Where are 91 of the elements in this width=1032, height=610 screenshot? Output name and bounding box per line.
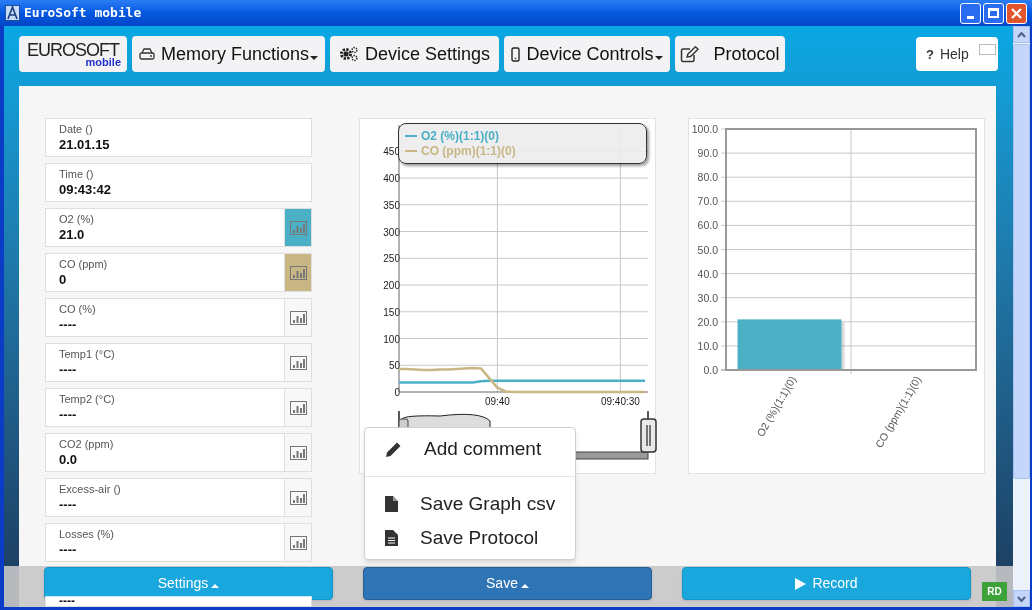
axis-tick-label: 90.0	[697, 147, 718, 160]
graph-toggle-button[interactable]	[284, 479, 311, 517]
bar-chart-icon	[289, 400, 307, 415]
reading-value: ----	[59, 316, 78, 333]
logo-button[interactable]: EUROSOFT mobile	[19, 36, 127, 73]
pencil-icon	[385, 440, 402, 458]
window-title: EuroSoft mobile	[24, 4, 142, 23]
graph-toggle-button[interactable]	[284, 299, 311, 337]
drive-icon	[138, 48, 155, 61]
reading-label: CO (%)	[59, 302, 97, 317]
axis-tick-label: 40.0	[697, 267, 718, 280]
reading-label: Date ()	[59, 122, 94, 137]
legend-label: O2 (%)(1:1)(0)	[421, 128, 500, 144]
play-icon	[795, 577, 807, 590]
graph-toggle-button[interactable]	[284, 344, 311, 382]
menu-item[interactable]: Save Protocol	[365, 521, 575, 556]
reading-value: ----	[59, 496, 78, 513]
maximize-button[interactable]	[983, 2, 1004, 24]
help-button[interactable]: ? Help	[916, 37, 998, 72]
bar-chart-icon	[289, 490, 307, 505]
reading-value: ----	[59, 541, 78, 558]
graph-toggle-button[interactable]	[284, 209, 311, 247]
reading-label: Time ()	[59, 167, 95, 182]
axis-tick-label: 250	[383, 253, 400, 265]
reading-value: 21.0	[59, 226, 86, 243]
legend-label: CO (ppm)(1:1)(0)	[421, 143, 516, 159]
axis-tick-label: 200	[383, 280, 400, 292]
bar-chart-icon	[289, 220, 307, 235]
reading-label: O2 (%)	[59, 212, 95, 227]
axis-tick-label: 10.0	[697, 340, 718, 353]
reading-value: 0	[59, 271, 68, 288]
scroll-down-button[interactable]	[1013, 590, 1030, 608]
axis-tick-label: 09:40:30	[600, 396, 640, 408]
nav-button[interactable]: Protocol	[675, 36, 785, 73]
graph-toggle-button[interactable]	[284, 524, 311, 562]
scroll-thumb[interactable]	[1013, 44, 1030, 480]
edit-icon	[680, 45, 700, 63]
reading-label: CO (ppm)	[59, 257, 109, 272]
minimize-button[interactable]	[960, 2, 981, 24]
reading-value: 21.01.15	[59, 136, 111, 153]
axis-tick-label: 300	[383, 226, 400, 238]
axis-tick-label: 50.0	[697, 243, 718, 256]
axis-tick-label: 30.0	[697, 292, 718, 305]
axis-tick-label: 20.0	[697, 316, 718, 329]
axis-tick-label: 100	[383, 333, 400, 345]
caret-up-icon	[1017, 31, 1026, 38]
bar-chart-icon	[289, 535, 307, 550]
nav-button[interactable]: Device Controls	[504, 36, 670, 73]
axis-tick-label: 350	[383, 200, 400, 212]
axis-tick-label: 80.0	[697, 171, 718, 184]
menu-item[interactable]: Save Graph csv	[365, 487, 575, 522]
app-icon	[5, 5, 20, 22]
bar-chart-icon	[289, 445, 307, 460]
reading-label: Temp2 (°C)	[59, 392, 116, 407]
axis-tick-label: 0	[394, 387, 400, 399]
graph-toggle-button[interactable]	[284, 254, 311, 292]
menu-item[interactable]: Add comment	[365, 432, 575, 467]
axis-tick-label: 100.0	[691, 123, 718, 136]
graph-toggle-button[interactable]	[284, 434, 311, 472]
reading-label: Temp1 (°C)	[59, 347, 116, 362]
bar-chart-icon	[289, 310, 307, 325]
nav-button[interactable]: Device Settings	[330, 36, 499, 73]
checkbox-icon	[978, 43, 996, 55]
reading-label: CO2 (ppm)	[59, 437, 115, 452]
nav-button[interactable]: Memory Functions	[132, 36, 325, 73]
scroll-up-button[interactable]	[1013, 26, 1030, 44]
graph-toggle-button[interactable]	[284, 389, 311, 427]
bar-chart-icon	[289, 265, 307, 280]
reading-value: 0.0	[59, 451, 79, 468]
axis-tick-label: 60.0	[697, 219, 718, 232]
axis-tick-label: 50	[388, 360, 400, 372]
close-icon	[1011, 7, 1022, 19]
axis-tick-label: 400	[383, 173, 400, 185]
close-button[interactable]	[1006, 2, 1027, 24]
file-icon	[385, 496, 398, 513]
status-badge: RD	[982, 582, 1007, 602]
reading-value: 09:43:42	[59, 181, 113, 198]
axis-tick-label: 150	[383, 307, 400, 319]
axis-tick-label: 0.0	[703, 364, 718, 377]
axis-tick-label: 09:40	[484, 396, 510, 408]
reading-value: ----	[59, 361, 78, 378]
phone-icon	[511, 46, 521, 62]
reading-value: ----	[59, 406, 78, 423]
document-icon	[385, 530, 398, 547]
caret-down-icon	[1017, 595, 1026, 602]
reading-label: Excess-air ()	[59, 482, 122, 497]
reading-label: Losses (%)	[59, 527, 116, 542]
bar-chart-icon	[289, 355, 307, 370]
gears-icon	[338, 46, 359, 63]
axis-tick-label: 70.0	[697, 195, 718, 208]
toolbar-button[interactable]: Save	[363, 567, 652, 601]
